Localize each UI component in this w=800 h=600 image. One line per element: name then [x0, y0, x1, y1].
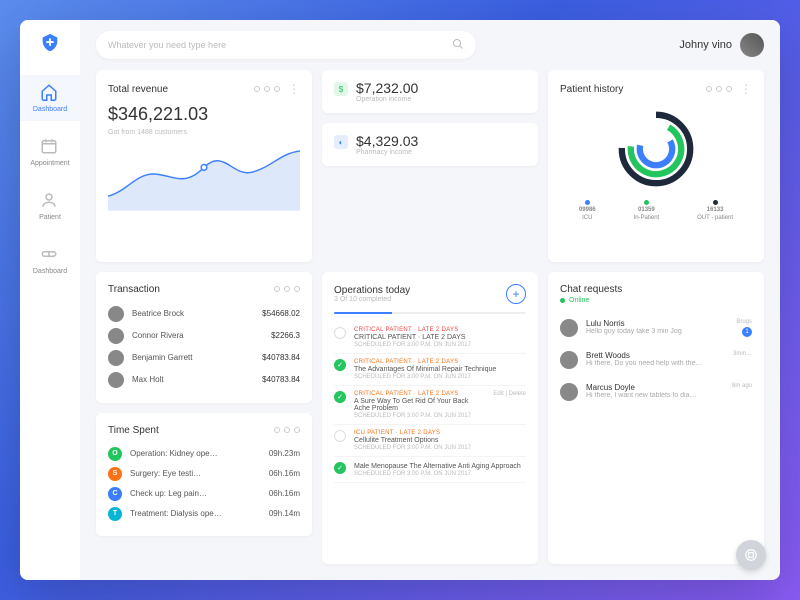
sidebar-item-label: Dashboard [33, 106, 67, 113]
avatar [108, 372, 124, 388]
home-icon [40, 83, 60, 103]
operation-item[interactable]: CRITICAL PATIENT · LATE 2 DAYSA Sure Way… [334, 386, 526, 425]
more-icon[interactable]: ⋮ [740, 82, 752, 96]
avatar [108, 306, 124, 322]
legend-item: 16133OUT - patient [697, 200, 733, 221]
add-button[interactable]: + [506, 284, 526, 304]
chat-item[interactable]: Marcus DoyleHi there, I want new tablets… [560, 376, 752, 408]
timespent-row[interactable]: CCheck up: Leg pain…06h.16m [108, 484, 300, 504]
avatar [740, 33, 764, 57]
chat-item[interactable]: Lulu NorrisHello guy today take 3 min Jo… [560, 312, 752, 344]
sidebar-item-dashboard2[interactable]: Dashboard [20, 237, 80, 283]
badge-icon: C [108, 487, 122, 501]
chat-card: Chat requests Online Lulu NorrisHello gu… [548, 272, 764, 565]
sidebar-item-label: Appointment [30, 160, 69, 167]
stat-operation-income: $ $7,232.00 Operation income [322, 70, 538, 113]
sidebar-item-dashboard[interactable]: Dashboard [20, 75, 80, 121]
check-icon[interactable] [334, 359, 346, 371]
avatar [560, 351, 578, 369]
transaction-row[interactable]: Benjamin Garrett$40783.84 [108, 347, 300, 369]
card-title: Time Spent [108, 425, 159, 436]
sidebar: Dashboard Appointment Patient Dashboard [20, 20, 80, 580]
badge-icon: O [108, 447, 122, 461]
card-controls[interactable]: ⋮ [254, 82, 300, 96]
more-icon[interactable]: ⋮ [288, 82, 300, 96]
dollar-icon: $ [334, 82, 348, 96]
op-actions[interactable]: Edit | Delete [493, 391, 526, 419]
stat-value: $7,232.00 [356, 80, 418, 96]
check-icon[interactable] [334, 430, 346, 442]
calendar-icon [40, 137, 60, 157]
patient-history-card: Patient history ⋮ 09986ICU 01359In-Patie… [548, 70, 764, 262]
badge-icon: T [108, 507, 122, 521]
search-icon [452, 38, 464, 52]
sidebar-item-label: Dashboard [33, 268, 67, 275]
user-icon [40, 191, 60, 211]
donut-chart [611, 104, 701, 194]
revenue-sub: Got from 1488 customers [108, 129, 300, 136]
card-controls[interactable]: ⋮ [706, 82, 752, 96]
transaction-row[interactable]: Beatrice Brock$54668.02 [108, 303, 300, 325]
progress-bar [334, 312, 526, 314]
check-icon[interactable] [334, 327, 346, 339]
badge-icon: S [108, 467, 122, 481]
sidebar-item-label: Patient [39, 214, 61, 221]
user-profile[interactable]: Johny vino [679, 33, 764, 57]
pill-icon [40, 245, 60, 265]
card-title: Transaction [108, 284, 160, 295]
stat-label: Operation income [356, 96, 418, 103]
transaction-row[interactable]: Connor Rivera$2266.3 [108, 325, 300, 347]
chat-item[interactable]: Brett WoodsHi there, Do you need help wi… [560, 344, 752, 376]
operations-card: Operations today 3 Of 10 completed + CRI… [322, 272, 538, 565]
floating-action-button[interactable] [736, 540, 766, 570]
operation-item[interactable]: Male Menopause The Alternative Anti Agin… [334, 457, 526, 483]
transactions-card: Transaction Beatrice Brock$54668.02Conno… [96, 272, 312, 403]
transaction-row[interactable]: Max Holt$40783.84 [108, 369, 300, 391]
card-controls[interactable] [274, 286, 300, 292]
chat-status: Online [560, 297, 589, 304]
check-icon[interactable] [334, 462, 346, 474]
timespent-row[interactable]: SSurgery: Eye testi…06h.16m [108, 464, 300, 484]
topbar: Whatever you need type here Johny vino [80, 20, 780, 70]
stat-value: $4,329.03 [356, 133, 418, 149]
stat-pharmacy-income: ◐ $4,329.03 Pharmacy income [322, 123, 538, 166]
avatar [560, 383, 578, 401]
operation-item[interactable]: CRITICAL PATIENT · LATE 2 DAYSThe Advant… [334, 354, 526, 386]
avatar [108, 350, 124, 366]
check-icon[interactable] [334, 391, 346, 403]
search-placeholder: Whatever you need type here [108, 40, 452, 50]
card-title: Chat requests [560, 284, 622, 295]
operations-sub: 3 Of 10 completed [334, 296, 410, 303]
revenue-value: $346,221.03 [108, 104, 300, 125]
revenue-chart [108, 142, 300, 212]
timespent-row[interactable]: OOperation: Kidney ope…09h.23m [108, 444, 300, 464]
unread-badge: 1 [742, 327, 752, 337]
medical-logo-icon [39, 32, 61, 59]
card-title: Total revenue [108, 84, 168, 95]
legend-item: 09986ICU [579, 200, 596, 221]
avatar [560, 319, 578, 337]
legend-item: 01359In-Patient [634, 200, 660, 221]
revenue-card: Total revenue ⋮ $346,221.03 Got from 148… [96, 70, 312, 262]
avatar [108, 328, 124, 344]
search-input[interactable]: Whatever you need type here [96, 31, 476, 59]
capsule-icon: ◐ [334, 135, 348, 149]
sidebar-item-appointment[interactable]: Appointment [20, 129, 80, 175]
timespent-card: Time Spent OOperation: Kidney ope…09h.23… [96, 413, 312, 536]
operation-item[interactable]: ICU PATIENT · LATE 2 DAYSCellulite Treat… [334, 425, 526, 457]
stat-label: Pharmacy income [356, 149, 418, 156]
sidebar-item-patient[interactable]: Patient [20, 183, 80, 229]
user-name: Johny vino [679, 39, 732, 51]
card-controls[interactable] [274, 427, 300, 433]
card-title: Patient history [560, 84, 623, 95]
card-title: Operations today [334, 285, 410, 296]
timespent-row[interactable]: TTreatment: Dialysis ope…09h.14m [108, 504, 300, 524]
operation-item[interactable]: CRITICAL PATIENT · LATE 2 DAYSCRITICAL P… [334, 322, 526, 354]
